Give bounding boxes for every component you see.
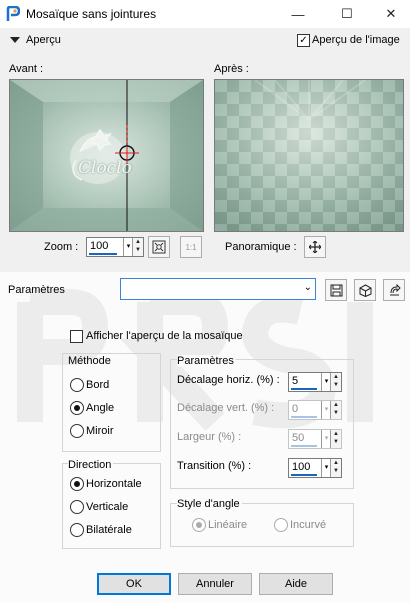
params-title: Paramètres xyxy=(177,355,236,367)
zoom-fit-button[interactable] xyxy=(148,236,170,258)
transition-value: 100 xyxy=(292,461,311,473)
before-preview[interactable]: Cloclo xyxy=(9,79,204,232)
method-label-miroir: Miroir xyxy=(86,425,114,437)
maximize-button[interactable]: ☐ xyxy=(331,4,363,24)
corner-radio-lineaire[interactable] xyxy=(192,518,206,532)
image-preview-checkbox[interactable]: ✓ xyxy=(297,34,310,47)
corner-style-title: Style d'angle xyxy=(177,498,242,510)
method-radio-bord[interactable] xyxy=(70,378,84,392)
h-offset-up-icon[interactable]: ▲ xyxy=(331,373,341,381)
reset-preset-button[interactable] xyxy=(383,279,405,301)
window-title: Mosaïque sans jointures xyxy=(26,7,157,21)
v-offset-label: Décalage vert. (%) : xyxy=(177,402,275,414)
image-preview-label: Aperçu de l'image xyxy=(312,34,400,46)
width-value: 50 xyxy=(292,432,305,444)
transition-up-icon[interactable]: ▲ xyxy=(331,459,341,467)
method-title: Méthode xyxy=(68,355,111,367)
preview-toggle-label[interactable]: Aperçu xyxy=(26,34,61,46)
close-icon: ✕ xyxy=(385,6,397,21)
chevron-down-icon: ⌄ xyxy=(303,282,312,293)
method-radio-angle[interactable] xyxy=(70,401,84,415)
direction-label-bilaterale: Bilatérale xyxy=(86,524,132,536)
zoom-label: Zoom : xyxy=(44,241,79,253)
after-preview xyxy=(214,79,404,232)
direction-label-horizontale: Horizontale xyxy=(86,478,142,490)
width-up-icon[interactable]: ▲ xyxy=(331,430,341,438)
save-icon xyxy=(330,284,342,296)
direction-title: Direction xyxy=(68,459,114,471)
random-preset-button[interactable] xyxy=(354,279,376,301)
v-offset-value: 0 xyxy=(292,403,299,415)
minimize-icon: — xyxy=(291,6,305,22)
zoom-value: 100 xyxy=(90,240,109,252)
before-label: Avant : xyxy=(9,63,44,75)
method-label-angle: Angle xyxy=(86,402,115,414)
dice-icon xyxy=(359,283,371,297)
pan-label: Panoramique : xyxy=(225,241,297,253)
width-down-icon[interactable]: ▼ xyxy=(331,438,341,446)
width-label: Largeur (%) : xyxy=(177,431,242,443)
move-icon xyxy=(309,241,321,253)
app-logo-icon xyxy=(6,5,21,22)
v-offset-spinbox[interactable]: 0 ▾ ▲ ▼ xyxy=(288,400,342,420)
cancel-button[interactable]: Annuler xyxy=(178,573,252,595)
zoom-down-icon[interactable]: ▼ xyxy=(133,246,143,254)
pan-button[interactable] xyxy=(304,236,326,258)
watermark-text: Cloclo xyxy=(78,158,132,178)
close-button[interactable]: ✕ xyxy=(375,4,407,24)
maximize-icon: ☐ xyxy=(341,6,353,21)
presets-dropdown[interactable]: ⌄ xyxy=(120,278,316,300)
direction-radio-horizontale[interactable] xyxy=(70,477,84,491)
corner-label-incurve: Incurvé xyxy=(290,519,327,531)
direction-radio-bilaterale[interactable] xyxy=(70,523,84,537)
reset-icon xyxy=(389,283,401,295)
zoom-1to1-button[interactable]: 1:1 xyxy=(180,236,202,258)
after-label: Après : xyxy=(214,63,249,75)
minimize-button[interactable]: — xyxy=(282,4,314,24)
h-offset-spinbox[interactable]: 5 ▾ ▲ ▼ xyxy=(288,372,342,392)
corner-radio-incurve[interactable] xyxy=(274,518,288,532)
v-offset-down-icon[interactable]: ▼ xyxy=(331,409,341,417)
width-spinbox[interactable]: 50 ▾ ▲ ▼ xyxy=(288,429,342,449)
zoom-up-icon[interactable]: ▲ xyxy=(133,238,143,246)
collapse-preview-icon[interactable] xyxy=(10,37,20,43)
transition-spinbox[interactable]: 100 ▾ ▲ ▼ xyxy=(288,458,342,478)
v-offset-up-icon[interactable]: ▲ xyxy=(331,401,341,409)
help-button[interactable]: Aide xyxy=(259,573,333,595)
corner-label-lineaire: Linéaire xyxy=(208,519,248,531)
transition-down-icon[interactable]: ▼ xyxy=(331,467,341,475)
method-radio-miroir[interactable] xyxy=(70,424,84,438)
show-tile-preview-checkbox[interactable] xyxy=(70,330,83,343)
presets-label: Paramètres xyxy=(8,284,65,296)
zoom-spinbox[interactable]: 100 ▾ ▲ ▼ xyxy=(86,237,144,257)
show-tile-preview-label: Afficher l'aperçu de la mosaïque xyxy=(86,330,243,342)
direction-radio-verticale[interactable] xyxy=(70,500,84,514)
ok-button[interactable]: OK xyxy=(97,573,171,595)
fit-icon xyxy=(152,240,166,254)
save-preset-button[interactable] xyxy=(325,279,347,301)
direction-label-verticale: Verticale xyxy=(86,501,129,513)
one-to-one-icon: 1:1 xyxy=(185,242,197,252)
method-label-bord: Bord xyxy=(86,379,110,391)
h-offset-value: 5 xyxy=(292,375,299,387)
h-offset-down-icon[interactable]: ▼ xyxy=(331,381,341,389)
transition-label: Transition (%) : xyxy=(177,460,252,472)
checkmark-icon: ✓ xyxy=(299,34,308,46)
h-offset-label: Décalage horiz. (%) : xyxy=(177,374,280,386)
